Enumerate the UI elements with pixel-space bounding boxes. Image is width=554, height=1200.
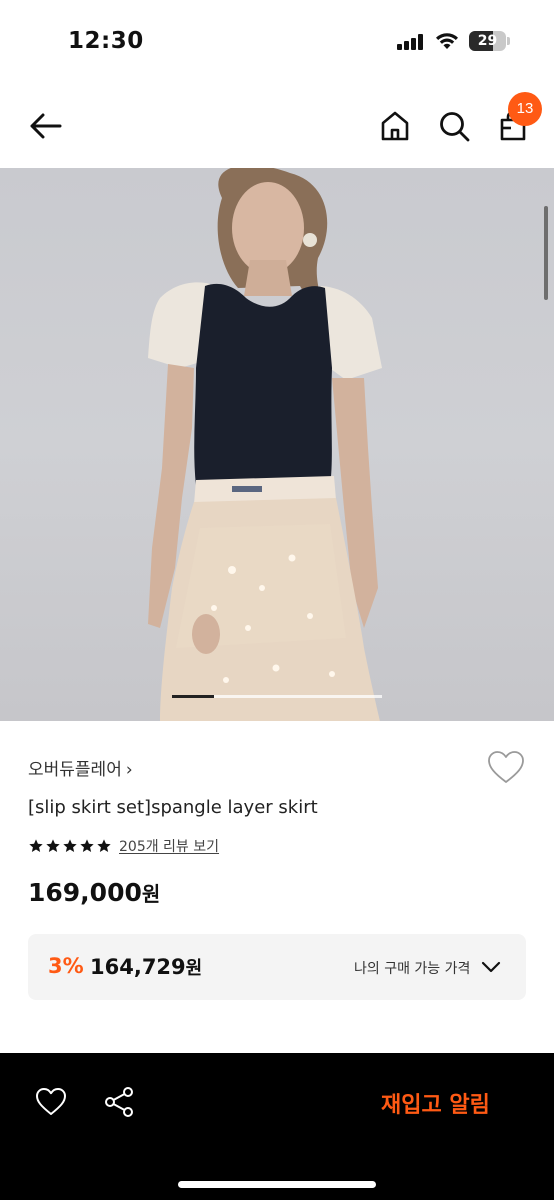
- product-price: 169,000원: [28, 878, 160, 907]
- price-unit: 원: [141, 882, 161, 906]
- brand-link[interactable]: 오버듀플레어 ›: [28, 755, 133, 780]
- star-icon: [80, 839, 94, 852]
- home-icon[interactable]: [377, 108, 413, 144]
- discount-price: 164,729원: [90, 954, 202, 980]
- heart-icon[interactable]: [34, 1085, 68, 1119]
- restock-alert-button[interactable]: 재입고 알림: [381, 1087, 490, 1119]
- chevron-right-icon: ›: [125, 760, 133, 780]
- bottom-action-bar: 재입고 알림: [0, 1053, 554, 1200]
- chevron-down-icon[interactable]: [480, 956, 502, 978]
- cart-count-badge: 13: [508, 92, 542, 126]
- brand-name: 오버듀플레어: [28, 760, 122, 780]
- search-icon[interactable]: [436, 108, 472, 144]
- wishlist-heart-icon[interactable]: [486, 748, 526, 788]
- my-price-dropdown[interactable]: 3% 164,729원 나의 구매 가능 가격: [28, 934, 526, 1000]
- battery-tip: [507, 37, 510, 45]
- my-price-label: 나의 구매 가능 가격: [354, 961, 471, 977]
- review-link[interactable]: 205개 리뷰 보기: [119, 836, 219, 856]
- back-arrow-icon[interactable]: [26, 106, 66, 146]
- product-title: [slip skirt set]spangle layer skirt: [28, 797, 318, 818]
- carousel-progress-indicator: [172, 695, 214, 698]
- price-value: 169,000: [28, 878, 142, 907]
- star-icon: [63, 839, 77, 852]
- star-icon: [46, 839, 60, 852]
- discount-price-unit: 원: [185, 958, 203, 979]
- share-icon[interactable]: [102, 1085, 136, 1119]
- discount-percent: 3%: [48, 954, 84, 978]
- page-scrollbar[interactable]: [544, 206, 548, 300]
- top-nav: [0, 84, 554, 168]
- status-bar: 12:30 29: [0, 0, 554, 84]
- rating-row: 205개 리뷰 보기: [28, 835, 219, 857]
- star-icon: [29, 839, 43, 852]
- wifi-icon: [436, 33, 458, 49]
- discount-price-value: 164,729: [90, 955, 186, 979]
- star-icon: [97, 839, 111, 852]
- status-time: 12:30: [68, 28, 144, 54]
- home-indicator[interactable]: [178, 1181, 376, 1188]
- signal-icon: [397, 34, 425, 50]
- battery-icon: 29: [469, 31, 506, 51]
- battery-level: 29: [477, 33, 498, 49]
- product-image-carousel[interactable]: [0, 168, 554, 721]
- product-photo: [148, 168, 382, 721]
- rating-stars: [28, 838, 112, 854]
